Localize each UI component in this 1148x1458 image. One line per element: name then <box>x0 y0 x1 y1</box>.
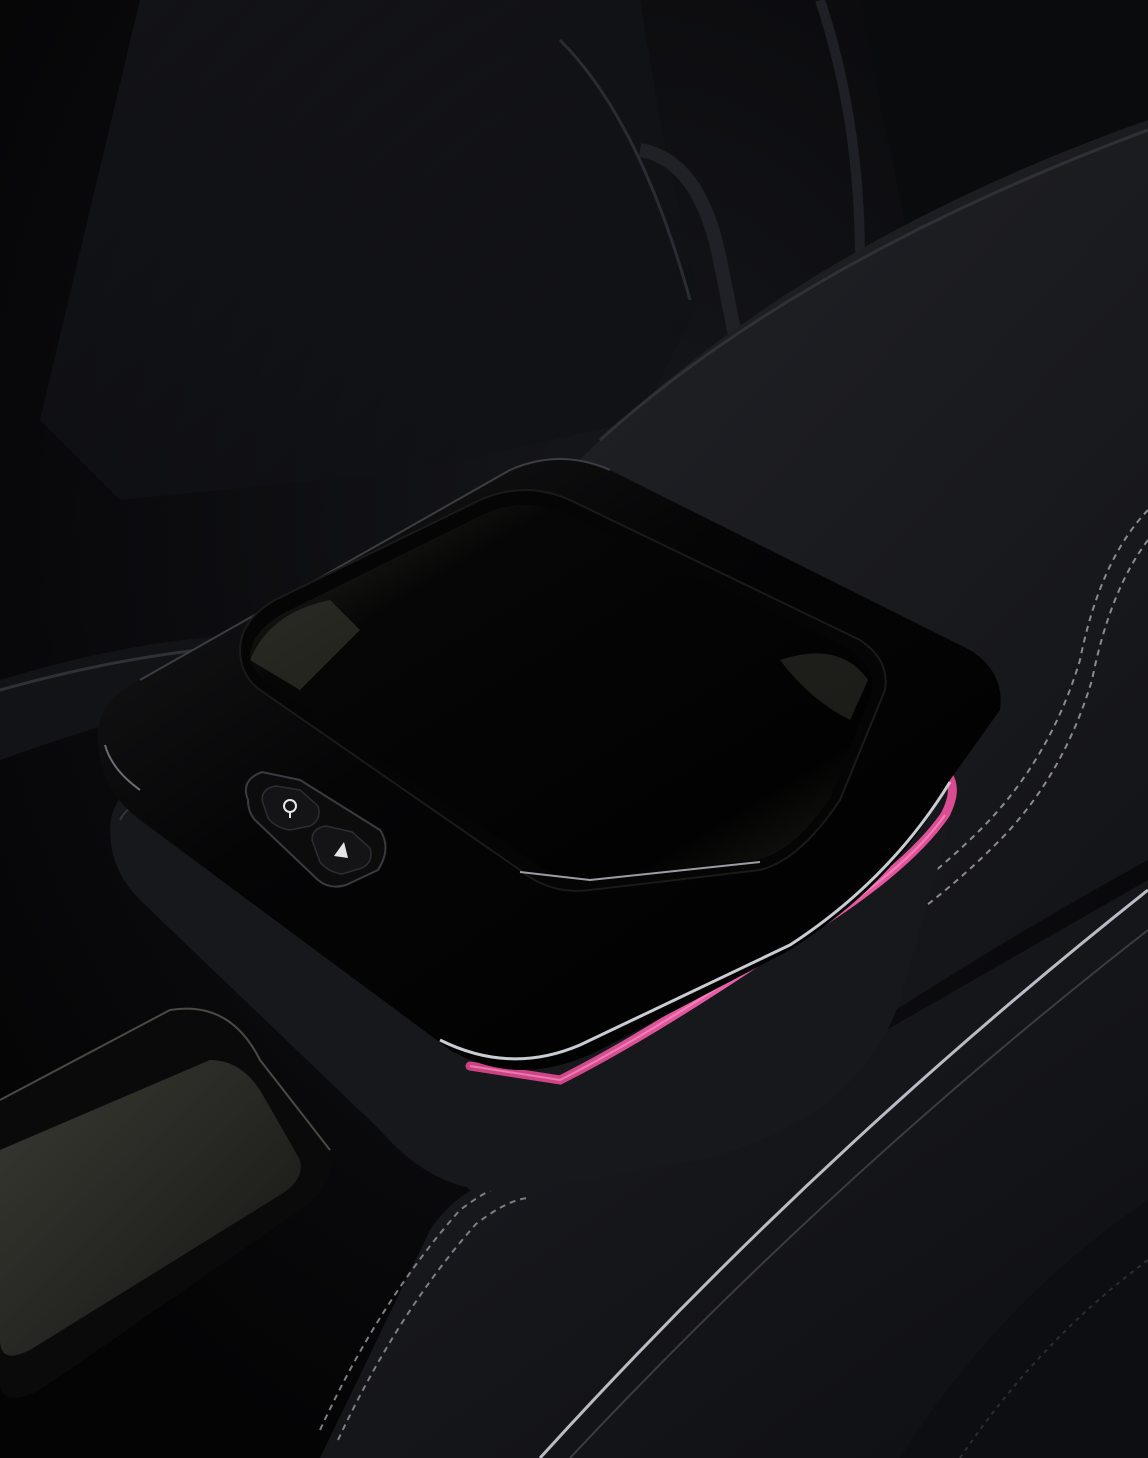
photo-scene <box>0 0 1148 1458</box>
interior-photo <box>0 0 1148 1458</box>
